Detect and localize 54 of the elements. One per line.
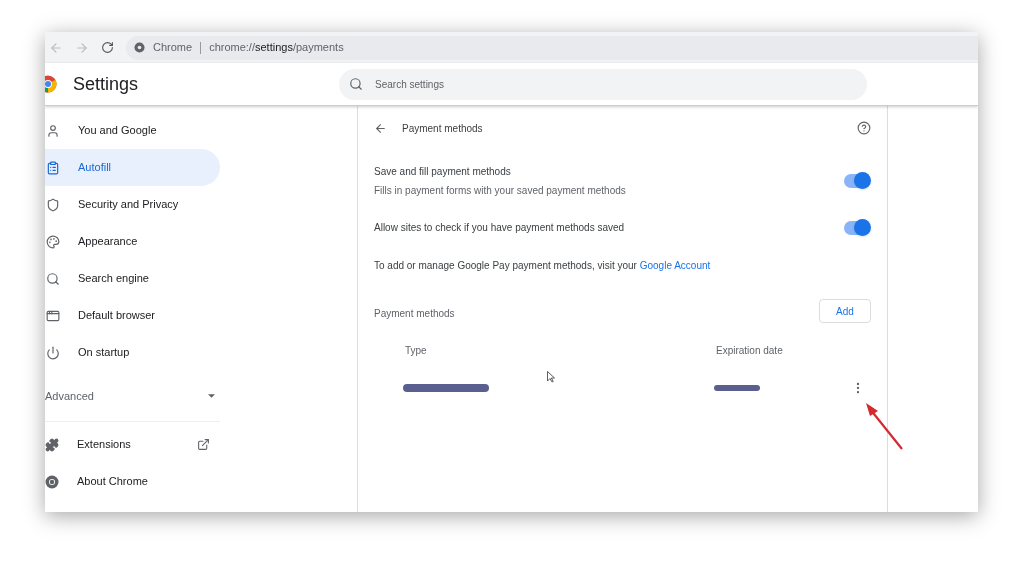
window-icon	[46, 308, 60, 323]
sidebar-item[interactable]: You and Google	[45, 112, 220, 149]
search-icon	[46, 271, 60, 286]
toggle-switch[interactable]	[844, 174, 870, 188]
sidebar-item[interactable]: Default browser	[45, 297, 220, 334]
section-title: Payment methods	[374, 306, 455, 321]
sidebar-label: Security and Privacy	[78, 197, 179, 213]
palette-icon	[46, 234, 60, 249]
google-pay-note: To add or manage Google Pay payment methods, visit your Google Account	[374, 259, 712, 273]
search-field[interactable]: Search settings	[339, 68, 868, 100]
redaction-scribble	[714, 385, 760, 391]
external-link-icon	[197, 438, 210, 451]
sidebar-label: Default browser	[78, 308, 156, 324]
sidebar-label: About Chrome	[77, 474, 149, 490]
sidebar-item[interactable]: Search engine	[45, 260, 220, 297]
sidebar-label: Search engine	[78, 271, 149, 287]
sidebar-item[interactable]: Extensions	[45, 426, 210, 463]
person-icon	[46, 123, 60, 138]
setting-description: Fills in payment forms with your saved payment methods	[374, 184, 626, 198]
sidebar-item[interactable]: Security and Privacy	[45, 186, 220, 223]
shield-icon	[46, 197, 60, 212]
search-icon	[349, 76, 364, 91]
caret-icon	[208, 394, 215, 398]
add-button[interactable]: Add	[819, 299, 871, 323]
sidebar-label: Appearance	[78, 234, 138, 250]
sidebar-label: Extensions	[77, 437, 132, 453]
help-icon[interactable]	[857, 121, 871, 135]
back-arrow-icon[interactable]	[374, 121, 387, 135]
power-icon	[46, 345, 60, 360]
settings-title: Settings	[73, 72, 139, 96]
sidebar-item[interactable]: About Chrome	[45, 463, 210, 500]
annotation-arrow	[864, 401, 904, 451]
address-bar[interactable]: Chrome chrome://settings/payments	[126, 35, 978, 60]
sidebar-label: Autofill	[78, 160, 112, 176]
sidebar-item[interactable]: Autofill	[45, 149, 220, 186]
site-info-icon[interactable]	[134, 42, 145, 53]
advanced-toggle[interactable]: Advanced	[45, 371, 215, 421]
clipboard-icon	[46, 160, 60, 175]
column-header: Expiration date	[716, 344, 783, 358]
sidebar-item[interactable]: Appearance	[45, 223, 220, 260]
column-header: Type	[405, 344, 428, 358]
toggle-switch[interactable]	[844, 220, 870, 235]
setting-label: Allow sites to check if you have payment methods saved	[374, 221, 625, 235]
puzzle-icon	[45, 437, 59, 452]
site-label: Chrome	[153, 40, 193, 56]
reload-icon[interactable]	[101, 41, 114, 54]
mouse-cursor-icon	[547, 371, 555, 383]
panel-title: Payment methods	[402, 121, 484, 136]
sidebar-label: You and Google	[78, 123, 157, 139]
sidebar-label: On startup	[78, 345, 130, 361]
google-account-link[interactable]: Google Account	[639, 260, 711, 271]
setting-label: Save and fill payment methods	[374, 165, 512, 179]
sidebar-item[interactable]: On startup	[45, 334, 220, 371]
url-text: chrome://settings/payments	[209, 40, 344, 56]
